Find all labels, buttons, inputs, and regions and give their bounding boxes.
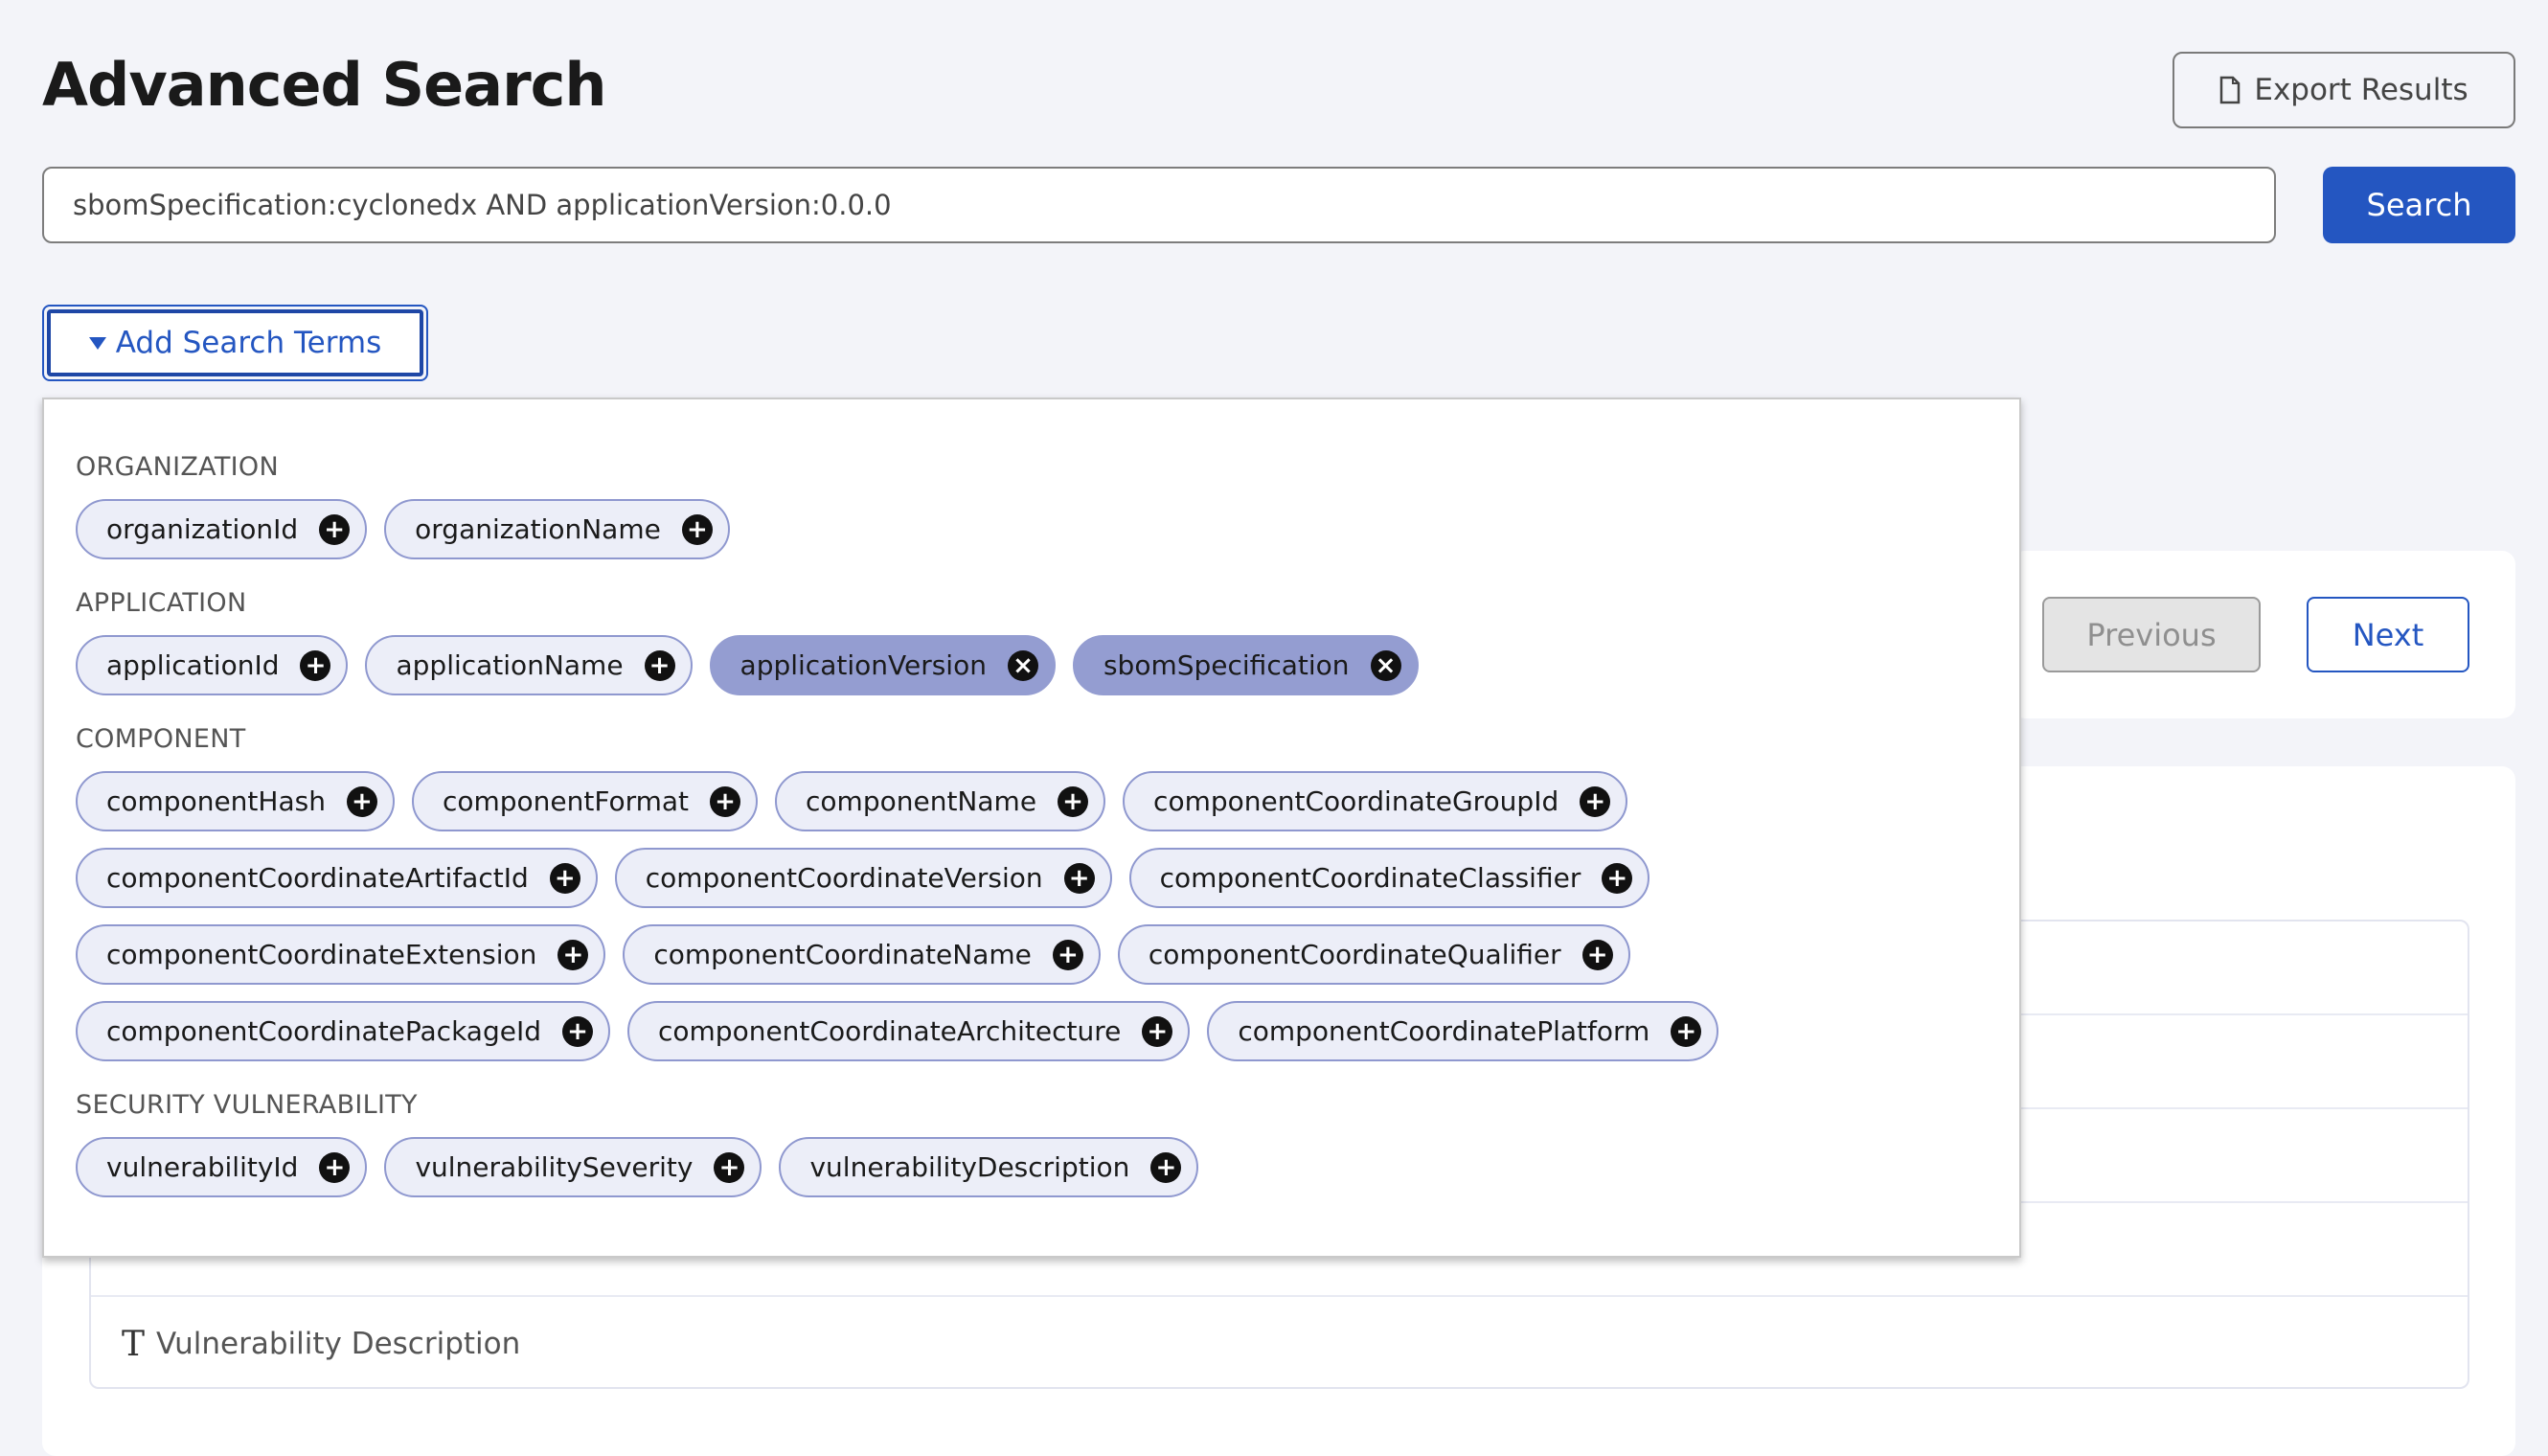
chip-label: vulnerabilityDescription	[809, 1151, 1130, 1183]
chip-organizationId[interactable]: organizationId +	[76, 499, 368, 559]
export-results-button[interactable]: Export Results	[2173, 52, 2515, 128]
chip-list: organizationId + organizationName +	[76, 499, 1896, 559]
add-icon[interactable]: +	[1063, 862, 1095, 894]
add-icon[interactable]: +	[1142, 1015, 1173, 1047]
chip-label: componentCoordinatePlatform	[1238, 1015, 1650, 1047]
chip-label: componentCoordinateArchitecture	[658, 1015, 1122, 1047]
chip-vulnerabilityId[interactable]: vulnerabilityId +	[76, 1137, 368, 1197]
previous-button[interactable]: Previous	[2042, 597, 2261, 672]
chip-applicationId[interactable]: applicationId +	[76, 635, 349, 695]
add-icon[interactable]: +	[346, 785, 377, 817]
chip-componentCoordinateVersion[interactable]: componentCoordinateVersion +	[614, 848, 1112, 908]
chip-label: componentFormat	[442, 785, 690, 817]
chip-componentHash[interactable]: componentHash +	[76, 771, 395, 831]
chip-componentCoordinateArtifactId[interactable]: componentCoordinateArtifactId +	[76, 848, 598, 908]
text-type-icon: T	[122, 1324, 146, 1364]
chip-label: componentName	[806, 785, 1037, 817]
chip-componentCoordinatePlatform[interactable]: componentCoordinatePlatform +	[1207, 1001, 1719, 1061]
chip-label: componentCoordinateExtension	[106, 939, 537, 970]
chip-vulnerabilityDescription[interactable]: vulnerabilityDescription +	[779, 1137, 1199, 1197]
section-application: APPLICATION applicationId + applicationName…	[76, 588, 1988, 695]
add-search-terms-label: Add Search Terms	[115, 326, 382, 360]
add-icon[interactable]: +	[681, 513, 713, 545]
chip-label: vulnerabilityId	[106, 1151, 299, 1183]
chip-label: componentCoordinateName	[653, 939, 1032, 970]
chip-label: organizationName	[415, 513, 661, 545]
chip-componentFormat[interactable]: componentFormat +	[411, 771, 759, 831]
chip-label: organizationId	[106, 513, 299, 545]
chip-label: sbomSpecification	[1103, 649, 1350, 681]
chip-list: applicationId + applicationName + applicatio…	[76, 635, 1896, 695]
add-icon[interactable]: +	[1052, 939, 1083, 970]
add-icon[interactable]: +	[1581, 939, 1613, 970]
section-organization: ORGANIZATION organizationId + organizationN…	[76, 452, 1988, 559]
list-item[interactable]: T Vulnerability Description	[91, 1297, 2468, 1391]
add-icon[interactable]: +	[1671, 1015, 1702, 1047]
page-title: Advanced Search	[42, 50, 607, 120]
chip-label: componentCoordinatePackageId	[106, 1015, 541, 1047]
add-icon[interactable]: +	[549, 862, 580, 894]
chip-componentCoordinateClassifier[interactable]: componentCoordinateClassifier +	[1128, 848, 1650, 908]
add-icon[interactable]: +	[714, 1151, 745, 1183]
add-icon[interactable]: +	[319, 513, 351, 545]
add-icon[interactable]: +	[557, 939, 589, 970]
add-icon[interactable]: +	[710, 785, 741, 817]
section-label: COMPONENT	[76, 724, 246, 754]
chip-componentCoordinateArchitecture[interactable]: componentCoordinateArchitecture +	[627, 1001, 1191, 1061]
section-component: COMPONENT componentHash + componentFormat + c…	[76, 724, 1988, 1061]
chip-componentCoordinatePackageId[interactable]: componentCoordinatePackageId +	[76, 1001, 610, 1061]
chip-applicationName[interactable]: applicationName +	[365, 635, 693, 695]
search-button[interactable]: Search	[2323, 167, 2515, 243]
section-label: ORGANIZATION	[76, 452, 279, 482]
chip-label: applicationId	[106, 649, 280, 681]
section-security-vulnerability: SECURITY VULNERABILITY vulnerabilityId + vu…	[76, 1090, 1988, 1197]
chip-label: componentCoordinateClassifier	[1159, 862, 1581, 894]
chip-label: applicationName	[396, 649, 624, 681]
chip-applicationVersion[interactable]: applicationVersion ×	[709, 635, 1056, 695]
section-label: APPLICATION	[76, 588, 247, 618]
chip-list: vulnerabilityId + vulnerabilitySeverity + vu…	[76, 1137, 1896, 1197]
chip-sbomSpecification[interactable]: sbomSpecification ×	[1072, 635, 1419, 695]
list-item-label: Vulnerability Description	[156, 1327, 521, 1361]
chip-vulnerabilitySeverity[interactable]: vulnerabilitySeverity +	[384, 1137, 762, 1197]
chip-componentCoordinateGroupId[interactable]: componentCoordinateGroupId +	[1123, 771, 1628, 831]
chip-label: vulnerabilitySeverity	[415, 1151, 694, 1183]
next-button[interactable]: Next	[2307, 597, 2469, 672]
chip-list: componentHash + componentFormat + componentN…	[76, 771, 1896, 1061]
add-icon[interactable]: +	[562, 1015, 593, 1047]
add-icon[interactable]: +	[1602, 862, 1633, 894]
section-label: SECURITY VULNERABILITY	[76, 1090, 418, 1120]
chip-componentCoordinateQualifier[interactable]: componentCoordinateQualifier +	[1117, 924, 1630, 985]
chip-label: componentCoordinateGroupId	[1153, 785, 1559, 817]
chip-componentName[interactable]: componentName +	[775, 771, 1106, 831]
chip-label: componentHash	[106, 785, 326, 817]
chip-label: applicationVersion	[739, 649, 987, 681]
add-icon[interactable]: +	[1580, 785, 1611, 817]
chip-componentCoordinateExtension[interactable]: componentCoordinateExtension +	[76, 924, 606, 985]
add-icon[interactable]: +	[300, 649, 331, 681]
chip-componentCoordinateName[interactable]: componentCoordinateName +	[623, 924, 1101, 985]
remove-icon[interactable]: ×	[1007, 649, 1038, 681]
chip-organizationName[interactable]: organizationName +	[384, 499, 730, 559]
file-icon	[2220, 76, 2241, 104]
chip-label: componentCoordinateQualifier	[1148, 939, 1561, 970]
export-results-label: Export Results	[2254, 73, 2468, 107]
chip-label: componentCoordinateArtifactId	[106, 862, 529, 894]
add-icon[interactable]: +	[319, 1151, 351, 1183]
search-input[interactable]	[42, 167, 2276, 243]
add-icon[interactable]: +	[644, 649, 675, 681]
caret-down-icon	[88, 336, 106, 350]
add-search-terms-button[interactable]: Add Search Terms	[42, 305, 428, 381]
remove-icon[interactable]: ×	[1370, 649, 1401, 681]
add-icon[interactable]: +	[1058, 785, 1089, 817]
chip-label: componentCoordinateVersion	[645, 862, 1043, 894]
search-terms-dropdown: ORGANIZATION organizationId + organizationN…	[42, 398, 2021, 1258]
add-icon[interactable]: +	[1150, 1151, 1182, 1183]
